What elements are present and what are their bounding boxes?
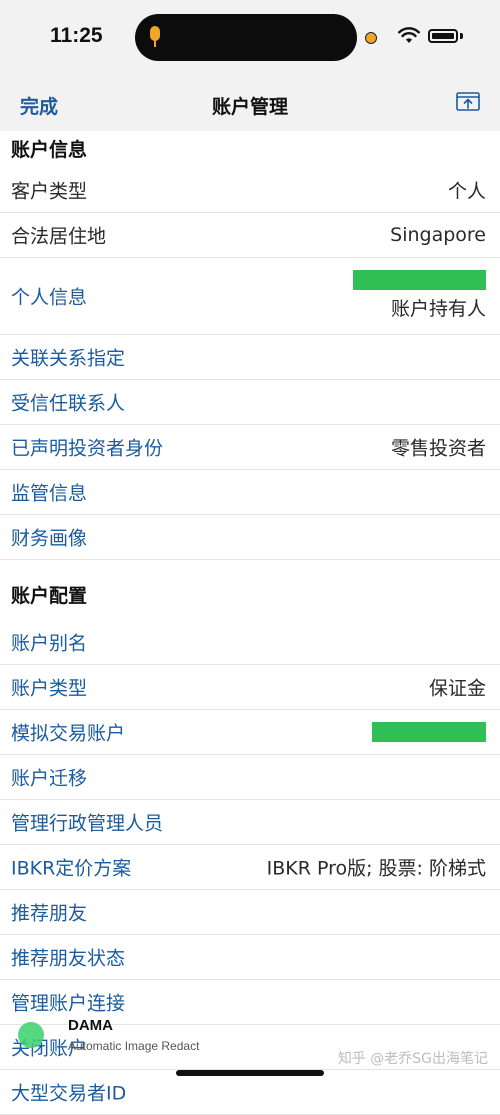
row-label: 模拟交易账户 <box>11 722 126 745</box>
redaction-bar <box>372 722 486 742</box>
row-label: 管理账户连接 <box>11 992 126 1015</box>
wifi-icon <box>398 27 420 43</box>
row-label: 客户类型 <box>11 180 88 203</box>
row-label: 合法居住地 <box>11 225 107 248</box>
row-label: 大型交易者ID <box>11 1082 127 1105</box>
row-account-type[interactable]: 账户类型 保证金 <box>0 665 500 710</box>
dynamic-island <box>135 14 357 61</box>
row-label: 个人信息 <box>11 286 88 309</box>
microphone-stand <box>154 40 156 47</box>
row-label: 账户迁移 <box>11 767 88 790</box>
row-label: 关联关系指定 <box>11 347 126 370</box>
export-icon[interactable] <box>455 90 481 114</box>
row-customer-type: 客户类型 个人 <box>0 168 500 213</box>
row-large-trader-id[interactable]: 大型交易者ID <box>0 1070 500 1115</box>
row-label: 监管信息 <box>11 482 88 505</box>
row-account-migration[interactable]: 账户迁移 <box>0 755 500 800</box>
row-manage-administrators[interactable]: 管理行政管理人员 <box>0 800 500 845</box>
row-investor-status[interactable]: 已声明投资者身份 零售投资者 <box>0 425 500 470</box>
row-value: 保证金 <box>428 677 486 700</box>
watermark-subtitle: Automatic Image Redact <box>68 1039 200 1053</box>
row-financial-profile[interactable]: 财务画像 <box>0 515 500 560</box>
row-relationship-designation[interactable]: 关联关系指定 <box>0 335 500 380</box>
page-title: 账户管理 <box>211 96 288 118</box>
row-value: Singapore <box>390 224 486 246</box>
row-label: 受信任联系人 <box>11 392 126 415</box>
row-legal-residence: 合法居住地 Singapore <box>0 213 500 258</box>
row-paper-trading-account[interactable]: 模拟交易账户 <box>0 710 500 755</box>
row-value: IBKR Pro版; 股票: 阶梯式 <box>266 857 486 880</box>
redaction-bar <box>353 270 486 290</box>
row-value: 账户持有人 <box>390 298 486 320</box>
row-label: 推荐朋友状态 <box>11 947 126 970</box>
row-label: IBKR定价方案 <box>11 857 132 880</box>
privacy-indicator-dot <box>365 32 377 44</box>
settings-list: 账户信息 客户类型 个人 合法居住地 Singapore 个人信息 账户持有人 … <box>0 131 500 1115</box>
row-refer-friend[interactable]: 推荐朋友 <box>0 890 500 935</box>
row-personal-info[interactable]: 个人信息 账户持有人 <box>0 258 500 335</box>
battery-cap <box>460 33 463 39</box>
row-label: 已声明投资者身份 <box>11 437 164 460</box>
section-title-account-info: 账户信息 <box>11 139 88 161</box>
status-bar: 11:25 <box>0 0 500 75</box>
navigation-bar: 完成 账户管理 <box>0 75 500 131</box>
watermark-brand: DAMA <box>68 1017 113 1034</box>
row-label: 账户别名 <box>11 632 88 655</box>
battery-icon <box>428 29 458 43</box>
row-label: 财务画像 <box>11 527 88 550</box>
row-pricing-plan[interactable]: IBKR定价方案 IBKR Pro版; 股票: 阶梯式 <box>0 845 500 890</box>
row-label: 账户类型 <box>11 677 88 700</box>
microphone-icon <box>150 26 160 41</box>
row-account-alias[interactable]: 账户别名 <box>0 620 500 665</box>
row-value: 零售投资者 <box>390 437 486 460</box>
row-referral-status[interactable]: 推荐朋友状态 <box>0 935 500 980</box>
status-time: 11:25 <box>50 24 103 47</box>
section-title-account-config: 账户配置 <box>11 585 88 607</box>
row-label: 管理行政管理人员 <box>11 812 164 835</box>
watermark-logo-icon <box>18 1022 44 1048</box>
row-regulatory-info[interactable]: 监管信息 <box>0 470 500 515</box>
source-watermark: 知乎 @老乔SG出海笔记 <box>337 1051 488 1067</box>
row-value: 个人 <box>447 180 486 203</box>
row-label: 推荐朋友 <box>11 902 88 925</box>
row-trusted-contact[interactable]: 受信任联系人 <box>0 380 500 425</box>
home-indicator[interactable] <box>176 1070 324 1076</box>
